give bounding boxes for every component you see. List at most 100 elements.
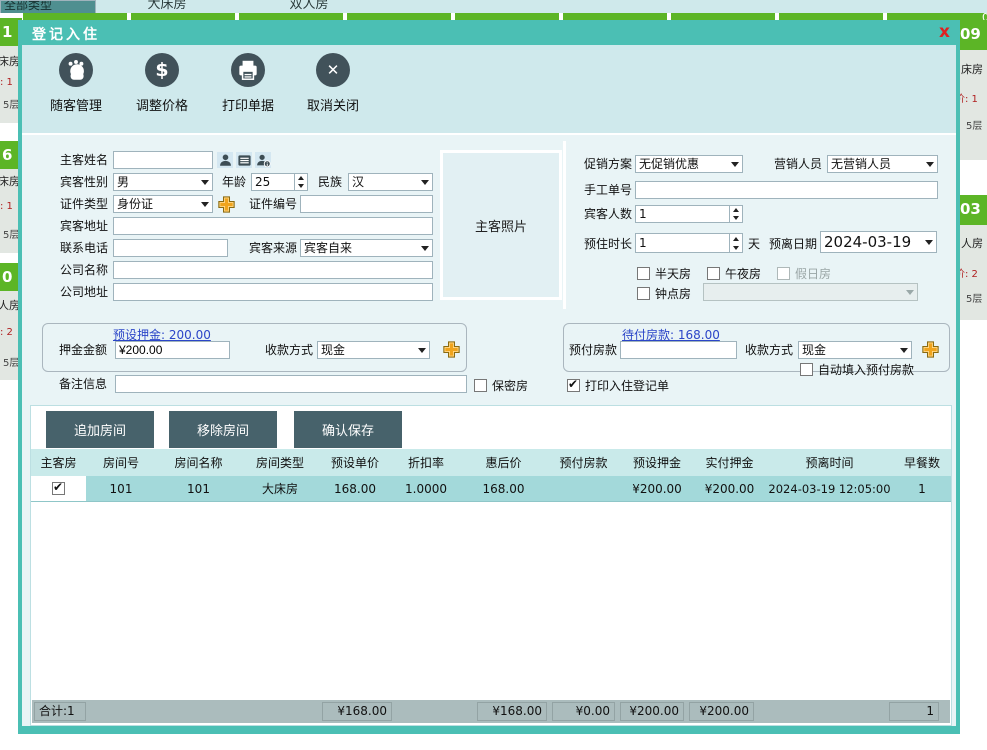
room-name-cell: 101 [156, 476, 241, 501]
midnight-room-checkbox[interactable]: 午夜房 [707, 265, 761, 282]
id-number-input[interactable] [300, 195, 433, 213]
checkbox-box[interactable] [567, 379, 580, 392]
person-info-icon[interactable] [255, 152, 271, 168]
promo-plan-label: 促销方案 [582, 155, 632, 173]
checkbox-box[interactable] [800, 363, 813, 376]
main-room-cell [31, 476, 86, 501]
ethnicity-value: 汉 [352, 174, 364, 190]
manual-order-input[interactable] [635, 181, 938, 199]
company-name-label: 公司名称 [58, 261, 108, 279]
stay-duration-stepper[interactable]: 1 [635, 233, 743, 253]
spinner-down-icon[interactable] [730, 243, 742, 252]
deposit-amount-input[interactable] [115, 341, 230, 359]
spinner-down-icon[interactable] [730, 214, 742, 222]
id-card-reader-icon[interactable] [236, 152, 252, 168]
midnight-room-label: 午夜房 [725, 265, 761, 282]
prepay-cell [546, 476, 621, 501]
checkbox-box[interactable] [474, 379, 487, 392]
room-floor-fragment: 5层 [3, 226, 19, 241]
unit-price-cell: 168.00 [319, 476, 391, 501]
totals-count: 合计:1 [34, 702, 86, 721]
holiday-room-label: 假日房 [795, 265, 831, 282]
tab-big-bed-room[interactable]: 大床房 [96, 0, 238, 13]
age-stepper[interactable]: 25 [251, 173, 308, 191]
company-address-label: 公司地址 [58, 283, 108, 301]
prepay-method-select[interactable]: 现金 [798, 341, 912, 359]
holiday-room-checkbox: 假日房 [777, 265, 831, 282]
ethnicity-select[interactable]: 汉 [348, 173, 433, 191]
tab-all-types[interactable]: 全部类型 [0, 0, 96, 13]
company-name-input[interactable] [113, 261, 433, 279]
sales-person-select[interactable]: 无营销人员 [827, 155, 938, 173]
discount-cell: 1.0000 [391, 476, 461, 501]
secret-room-checkbox[interactable]: 保密房 [474, 377, 528, 394]
promo-plan-select[interactable]: 无促销优惠 [635, 155, 743, 173]
spinner-up-icon[interactable] [295, 174, 307, 182]
id-type-label: 证件类型 [58, 195, 108, 213]
deposit-pay-method-label: 收款方式 [263, 341, 313, 359]
guest-address-input[interactable] [113, 217, 433, 235]
secret-room-label: 保密房 [492, 377, 528, 394]
print-receipt-label: 打印单据 [212, 95, 284, 114]
print-receipt-button[interactable]: 打印单据 [212, 53, 284, 114]
room-floor-fragment: 5层 [3, 354, 19, 369]
companion-manage-button[interactable]: 随客管理 [40, 53, 112, 114]
spinner-up-icon[interactable] [730, 234, 742, 243]
guest-name-input[interactable] [113, 151, 213, 169]
guest-count-stepper[interactable]: 1 [635, 205, 743, 223]
company-address-input[interactable] [113, 283, 433, 301]
remark-label: 备注信息 [57, 375, 107, 393]
half-day-checkbox[interactable]: 半天房 [637, 265, 691, 282]
hourly-room-checkbox[interactable]: 钟点房 [637, 285, 691, 302]
remove-room-button[interactable]: 移除房间 [169, 411, 277, 448]
printer-icon [231, 53, 265, 87]
col-header: 早餐数 [893, 449, 951, 476]
adjust-price-button[interactable]: $ 调整价格 [126, 53, 198, 114]
preset-deposit-cell: ¥200.00 [621, 476, 693, 501]
guest-source-select[interactable]: 宾客自来 [300, 239, 433, 257]
person-icon[interactable] [217, 152, 233, 168]
deposit-pay-method-select[interactable]: 现金 [317, 341, 430, 359]
checkbox-box[interactable] [637, 267, 650, 280]
spinner-up-icon[interactable] [730, 206, 742, 214]
phone-input[interactable] [113, 239, 228, 257]
add-prepay-method-icon[interactable] [922, 341, 939, 358]
cancel-close-label: 取消关闭 [297, 95, 369, 114]
cancel-close-button[interactable]: ✕ 取消关闭 [297, 53, 369, 114]
depart-date-picker[interactable]: 2024-03-19 [820, 231, 937, 253]
prepay-input[interactable] [620, 341, 737, 359]
close-icon[interactable]: x [939, 21, 950, 43]
dollar-icon: $ [145, 53, 179, 87]
add-pay-method-icon[interactable] [443, 341, 460, 358]
room-number-fragment: 09 [960, 20, 987, 50]
room-table-panel: 追加房间 移除房间 确认保存 主客房 房间号 房间名称 房间类型 预设单价 折扣… [30, 405, 952, 726]
totals-prepay: ¥0.00 [552, 702, 615, 721]
hourly-plan-select [703, 283, 918, 301]
add-room-button[interactable]: 追加房间 [46, 411, 154, 448]
id-type-select[interactable]: 身份证 [113, 195, 213, 213]
stay-duration-label: 预住时长 [582, 235, 632, 253]
dialog-toolbar: 随客管理 $ 调整价格 打印单据 ✕ 取消关闭 [22, 45, 956, 135]
guest-photo-placeholder[interactable]: 主客照片 [440, 150, 562, 300]
background-room-type-tabbar: 全部类型 大床房 双人房 [0, 0, 987, 13]
tab-double-room[interactable]: 双人房 [238, 0, 380, 13]
guest-count-value: 1 [636, 206, 729, 222]
print-registration-checkbox[interactable]: 打印入住登记单 [567, 377, 669, 394]
table-row[interactable]: 101 101 大床房 168.00 1.0000 168.00 ¥200.00… [31, 476, 951, 502]
gender-select[interactable]: 男 [113, 173, 213, 191]
remark-input[interactable] [115, 375, 467, 393]
autofill-prepay-checkbox[interactable]: 自动填入预付房款 [800, 361, 914, 378]
confirm-save-button[interactable]: 确认保存 [294, 411, 402, 448]
checkbox-box[interactable] [707, 267, 720, 280]
col-header: 预付房款 [546, 449, 621, 476]
spinner-down-icon[interactable] [295, 182, 307, 190]
main-room-checkbox[interactable] [52, 482, 65, 495]
add-id-type-icon[interactable] [218, 196, 235, 213]
room-price-fragment: : 1 [0, 77, 13, 88]
dialog-titlebar[interactable]: 登记入住 x [22, 20, 956, 45]
table-totals-bar: 合计:1 ¥168.00 ¥168.00 ¥0.00 ¥200.00 ¥200.… [32, 700, 950, 723]
room-type-fragment: 人房 [0, 297, 20, 313]
totals-after-price: ¥168.00 [477, 702, 547, 721]
day-unit-label: 天 [748, 235, 762, 253]
checkbox-box[interactable] [637, 287, 650, 300]
